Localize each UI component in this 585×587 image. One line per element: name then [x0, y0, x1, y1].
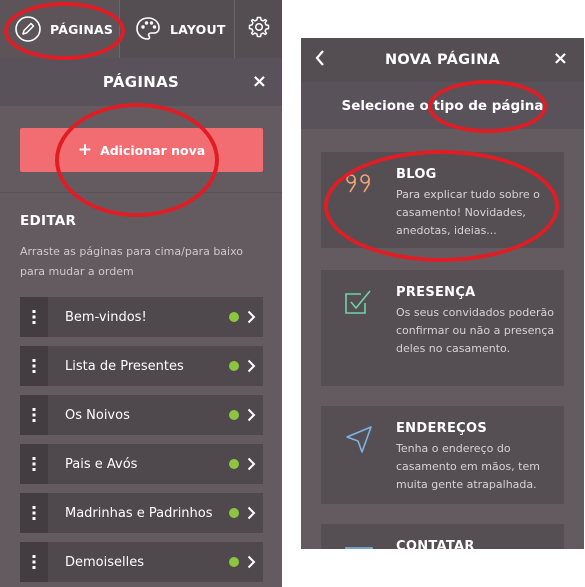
page-type-description: Tenha o endereço do casamento em mãos, t… — [396, 442, 540, 491]
chevron-right-icon[interactable] — [239, 555, 263, 569]
close-icon[interactable]: × — [553, 50, 568, 68]
page-type-presence[interactable]: PRESENÇA Os seus convidados poderão conf… — [321, 270, 564, 386]
new-page-title: NOVA PÁGINA — [384, 52, 501, 68]
page-row[interactable]: Demoiselles — [20, 542, 263, 582]
checkbox-icon — [343, 288, 375, 320]
chevron-right-icon[interactable] — [239, 310, 263, 324]
pages-section-header: PÁGINAS × — [0, 58, 282, 106]
new-page-header: NOVA PÁGINA × — [301, 38, 584, 82]
chevron-right-icon[interactable] — [239, 457, 263, 471]
palette-icon — [134, 15, 162, 43]
drag-handle-icon[interactable] — [20, 395, 48, 435]
page-type-title: ENDEREÇOS — [396, 421, 487, 436]
divider — [0, 192, 282, 193]
navigation-arrow-icon — [343, 424, 375, 456]
status-dot — [229, 361, 239, 371]
page-row[interactable]: Pais e Avós — [20, 444, 263, 484]
page-type-title: PRESENÇA — [396, 285, 476, 300]
drag-handle-icon[interactable] — [20, 444, 48, 484]
chevron-right-icon[interactable] — [239, 359, 263, 373]
page-name: Pais e Avós — [65, 456, 138, 472]
top-navigation: PÁGINAS LAYOUT — [0, 0, 282, 58]
drag-handle-icon[interactable] — [20, 493, 48, 533]
page-row[interactable]: Os Noivos — [20, 395, 263, 435]
add-page-label: Adicionar nova — [100, 142, 206, 158]
page-name: Demoiselles — [65, 554, 145, 570]
drag-handle-icon[interactable] — [20, 346, 48, 386]
page-row[interactable]: Bem-vindos! — [20, 297, 263, 337]
status-dot — [229, 312, 239, 322]
drag-handle-icon[interactable] — [20, 542, 48, 582]
page-name: Bem-vindos! — [65, 309, 147, 325]
status-dot — [229, 508, 239, 518]
status-dot — [229, 459, 239, 469]
quote-icon — [343, 170, 375, 202]
status-dot — [229, 557, 239, 567]
chevron-right-icon[interactable] — [239, 506, 263, 520]
pencil-icon — [14, 15, 42, 43]
page-name: Os Noivos — [65, 407, 130, 423]
page-type-description: Para explicar tudo sobre o casamento! No… — [396, 188, 540, 237]
page-name: Lista de Presentes — [65, 358, 184, 374]
select-type-subtitle: Selecione o tipo de página — [301, 82, 584, 129]
page-row[interactable]: Lista de Presentes — [20, 346, 263, 386]
reorder-hint: Arraste as páginas para cima/para baixo … — [20, 245, 244, 278]
envelope-icon — [343, 542, 375, 549]
tab-pages-label: PÁGINAS — [50, 21, 114, 37]
pages-panel: PÁGINAS LAYOUT PÁGINAS × + Adicionar nov… — [0, 0, 282, 587]
add-page-button[interactable]: + Adicionar nova — [20, 128, 263, 172]
plus-icon: + — [77, 139, 93, 160]
new-page-panel: NOVA PÁGINA × Selecione o tipo de página… — [301, 38, 584, 549]
page-type-contact[interactable]: CONTATAR — [321, 524, 564, 549]
page-type-addresses[interactable]: ENDEREÇOS Tenha o endereço do casamento … — [321, 406, 564, 504]
back-chevron-icon[interactable] — [315, 49, 325, 71]
page-row[interactable]: Madrinhas e Padrinhos — [20, 493, 263, 533]
page-name: Madrinhas e Padrinhos — [65, 505, 213, 521]
edit-heading: EDITAR — [20, 213, 77, 229]
page-type-title: CONTATAR — [396, 539, 475, 549]
chevron-right-icon[interactable] — [239, 408, 263, 422]
tab-pages[interactable]: PÁGINAS — [0, 0, 119, 58]
page-type-title: BLOG — [396, 167, 437, 182]
drag-handle-icon[interactable] — [20, 297, 48, 337]
status-dot — [229, 410, 239, 420]
section-title: PÁGINAS — [102, 73, 180, 91]
tab-layout[interactable]: LAYOUT — [120, 0, 234, 58]
tab-settings[interactable] — [235, 0, 282, 58]
tab-layout-label: LAYOUT — [170, 21, 226, 37]
page-type-description: Os seus convidados poderão confirmar ou … — [396, 306, 555, 355]
page-type-blog[interactable]: BLOG Para explicar tudo sobre o casament… — [321, 152, 564, 248]
gear-icon — [247, 15, 271, 43]
close-icon[interactable]: × — [252, 73, 267, 91]
